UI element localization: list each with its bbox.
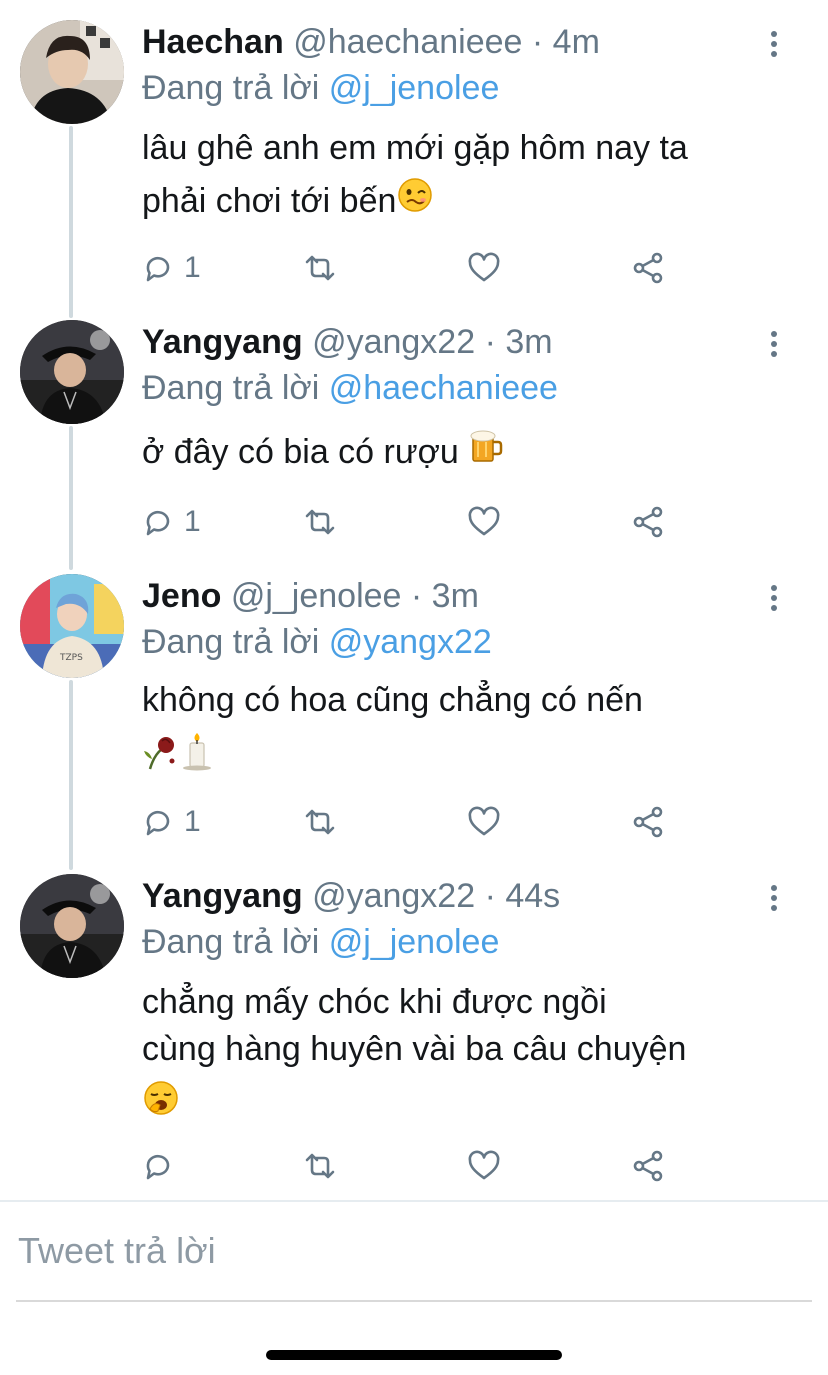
share-icon [630, 1148, 666, 1184]
tweet[interactable]: TZPS Jeno @j_jenolee · 3m Đang trả lời @… [0, 574, 828, 854]
home-indicator[interactable] [266, 1350, 562, 1360]
tweet-actions: 1 [140, 248, 700, 288]
tweet-text: chẳng mấy chóc khi được ngồi cùng hàng h… [142, 976, 686, 1133]
tweet-actions: 1 [140, 802, 700, 842]
tweet-header: Jeno @j_jenolee · 3m [142, 577, 479, 615]
reply-icon [140, 250, 176, 286]
reply-compose-input[interactable]: Tweet trả lời [18, 1228, 216, 1274]
share-icon [630, 250, 666, 286]
replying-to: Đang trả lời @j_jenolee [142, 68, 499, 108]
more-options-icon[interactable] [758, 882, 790, 914]
replying-label: Đang trả lời [142, 369, 320, 407]
tweet[interactable]: Yangyang @yangx22 · 44s Đang trả lời @j_… [0, 874, 828, 1194]
replying-label: Đang trả lời [142, 623, 320, 661]
reply-mention[interactable]: @j_jenolee [329, 923, 500, 961]
timestamp[interactable]: 44s [505, 877, 560, 915]
heart-icon [466, 250, 502, 286]
avatar[interactable] [20, 20, 124, 124]
reply-mention[interactable]: @yangx22 [329, 623, 492, 661]
tweet-text-line: phải chơi tới bến [142, 182, 397, 220]
more-options-icon[interactable] [758, 328, 790, 360]
tweet-text-line: lâu ghê anh em mới gặp hôm nay ta [142, 129, 688, 167]
heart-icon [466, 1148, 502, 1184]
share-button[interactable] [630, 502, 666, 542]
display-name[interactable]: Yangyang [142, 877, 303, 915]
share-button[interactable] [630, 802, 666, 842]
replying-label: Đang trả lời [142, 69, 320, 107]
tweet-header: Haechan @haechanieee · 4m [142, 23, 600, 61]
handle[interactable]: @yangx22 [312, 323, 475, 361]
retweet-button[interactable] [302, 802, 338, 842]
tweet-text-line: không có hoa cũng chẳng có nến [142, 681, 643, 719]
candle-emoji-icon [180, 731, 214, 787]
reply-mention[interactable]: @j_jenolee [329, 69, 500, 107]
tweet-text-line: cùng hàng huyên vài ba câu chuyện [142, 1030, 687, 1068]
tweet-text: không có hoa cũng chẳng có nến [142, 674, 643, 787]
tweet-actions: 1 [140, 502, 700, 542]
reply-icon [140, 804, 176, 840]
reply-mention[interactable]: @haechanieee [329, 369, 558, 407]
tweet-header: Yangyang @yangx22 · 44s [142, 877, 561, 915]
retweet-button[interactable] [302, 1146, 338, 1186]
beer-mug-emoji-icon [468, 427, 504, 481]
tweet[interactable]: Yangyang @yangx22 · 3m Đang trả lời @hae… [0, 320, 828, 550]
more-options-icon[interactable] [758, 28, 790, 60]
reply-button[interactable]: 1 [140, 802, 201, 842]
like-button[interactable] [466, 802, 502, 842]
compose-divider [0, 1200, 828, 1202]
tweet-text-line: ở đây có bia có rượu [142, 433, 459, 471]
reply-button[interactable] [140, 1146, 184, 1186]
yawning-face-emoji-icon [142, 1079, 180, 1133]
replying-to: Đang trả lời @yangx22 [142, 622, 492, 662]
share-icon [630, 804, 666, 840]
like-button[interactable] [466, 502, 502, 542]
heart-icon [466, 804, 502, 840]
wilted-rose-emoji-icon [142, 731, 180, 787]
display-name[interactable]: Jeno [142, 577, 221, 615]
like-button[interactable] [466, 1146, 502, 1186]
tweet-text: ở đây có bia có rượu [142, 426, 504, 481]
tweet[interactable]: Haechan @haechanieee · 4m Đang trả lời @… [0, 20, 828, 300]
avatar[interactable] [20, 320, 124, 424]
share-button[interactable] [630, 1146, 666, 1186]
heart-icon [466, 504, 502, 540]
reply-button[interactable]: 1 [140, 502, 201, 542]
retweet-icon [302, 1148, 338, 1184]
timestamp[interactable]: 4m [553, 23, 600, 61]
replying-label: Đang trả lời [142, 923, 320, 961]
replying-to: Đang trả lời @haechanieee [142, 368, 558, 408]
retweet-icon [302, 504, 338, 540]
handle[interactable]: @haechanieee [293, 23, 522, 61]
like-button[interactable] [466, 248, 502, 288]
tweet-text-line: chẳng mấy chóc khi được ngồi [142, 983, 607, 1021]
reply-count: 1 [184, 251, 201, 284]
reply-button[interactable]: 1 [140, 248, 201, 288]
retweet-icon [302, 804, 338, 840]
woozy-face-emoji-icon [396, 176, 434, 230]
display-name[interactable]: Haechan [142, 23, 284, 61]
tweet-actions [140, 1146, 700, 1186]
handle[interactable]: @yangx22 [312, 877, 475, 915]
handle[interactable]: @j_jenolee [231, 577, 402, 615]
tweet-text: lâu ghê anh em mới gặp hôm nay ta phải c… [142, 122, 688, 230]
retweet-button[interactable] [302, 502, 338, 542]
avatar[interactable] [20, 874, 124, 978]
retweet-button[interactable] [302, 248, 338, 288]
timestamp[interactable]: 3m [432, 577, 479, 615]
display-name[interactable]: Yangyang [142, 323, 303, 361]
svg-text:TZPS: TZPS [59, 653, 83, 663]
avatar[interactable]: TZPS [20, 574, 124, 678]
retweet-icon [302, 250, 338, 286]
reply-icon [140, 504, 176, 540]
replying-to: Đang trả lời @j_jenolee [142, 922, 499, 962]
share-button[interactable] [630, 248, 666, 288]
more-options-icon[interactable] [758, 582, 790, 614]
tweet-header: Yangyang @yangx22 · 3m [142, 323, 553, 361]
compose-underline [16, 1300, 812, 1302]
timestamp[interactable]: 3m [505, 323, 552, 361]
reply-icon [140, 1148, 176, 1184]
reply-count: 1 [184, 505, 201, 538]
share-icon [630, 504, 666, 540]
reply-count: 1 [184, 805, 201, 838]
